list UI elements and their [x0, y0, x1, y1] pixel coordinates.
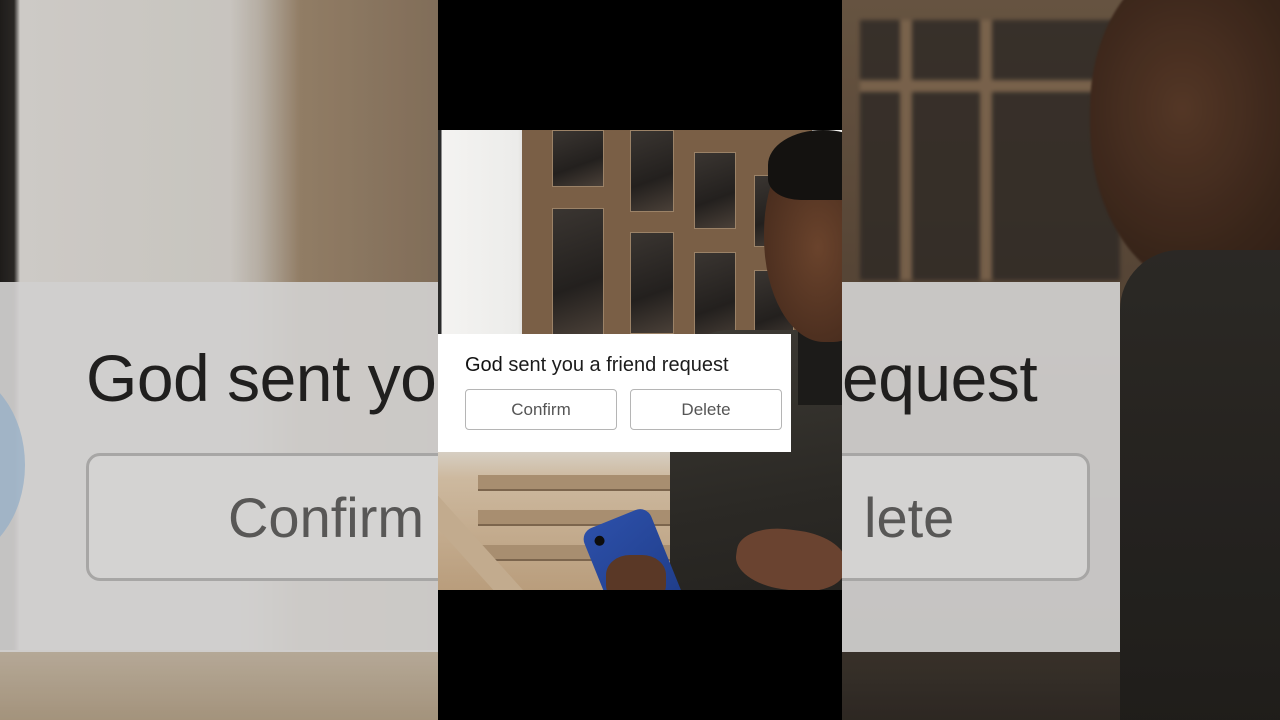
sender-name: God: [465, 354, 503, 376]
delete-button[interactable]: Delete: [630, 389, 782, 430]
video-scene: God sent you a friend request Confirm De…: [438, 130, 842, 590]
confirm-button[interactable]: Confirm: [465, 389, 617, 430]
request-message: sent you a friend request: [502, 354, 729, 376]
video-frame: God sent you a friend request Confirm De…: [438, 0, 842, 720]
scene-hand: [606, 555, 666, 590]
friend-request-card: God sent you a friend request Confirm De…: [438, 334, 791, 452]
friend-request-text: God sent you a friend request: [465, 354, 729, 377]
